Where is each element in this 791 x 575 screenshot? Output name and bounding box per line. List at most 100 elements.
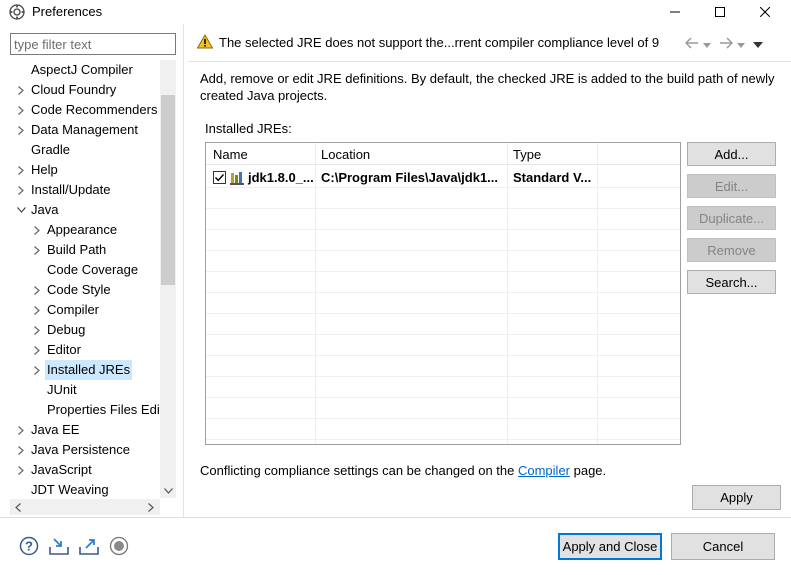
forward-arrow-icon[interactable] bbox=[719, 37, 734, 52]
tree-item[interactable]: Installed JREs bbox=[10, 360, 160, 380]
chevron-right-icon[interactable] bbox=[32, 360, 42, 380]
edit-button[interactable]: Edit... bbox=[687, 174, 776, 198]
tree-item[interactable]: Data Management bbox=[10, 120, 160, 140]
jre-location-cell[interactable]: C:\Program Files\Java\jdk1... bbox=[321, 170, 498, 185]
scroll-left-arrow-icon[interactable] bbox=[12, 501, 24, 513]
tree-item[interactable]: Editor bbox=[10, 340, 160, 360]
tree-item-label: JUnit bbox=[47, 382, 77, 397]
chevron-right-icon[interactable] bbox=[32, 280, 42, 300]
chevron-right-icon[interactable] bbox=[16, 120, 26, 140]
tree-item[interactable]: Code Coverage bbox=[10, 260, 160, 280]
tree-item[interactable]: Install/Update bbox=[10, 180, 160, 200]
chevron-right-icon[interactable] bbox=[16, 440, 26, 460]
panel-divider[interactable] bbox=[183, 24, 184, 518]
tree-scrollbar-thumb[interactable] bbox=[161, 95, 175, 285]
tree-item[interactable]: Java bbox=[10, 200, 160, 220]
tree-item[interactable]: JUnit bbox=[10, 380, 160, 400]
chevron-right-icon[interactable] bbox=[32, 240, 42, 260]
tree-item-label: Compiler bbox=[47, 302, 100, 317]
jre-name-cell[interactable]: jdk1.8.0_... bbox=[248, 170, 314, 185]
forward-dropdown-icon[interactable] bbox=[737, 37, 745, 52]
jre-type-cell[interactable]: Standard V... bbox=[513, 170, 591, 185]
tree-item-label: Cloud Foundry bbox=[31, 82, 117, 97]
tree-item[interactable]: JavaScript bbox=[10, 460, 160, 480]
jre-library-icon bbox=[230, 171, 246, 188]
add-button[interactable]: Add... bbox=[687, 142, 776, 166]
tree-item[interactable]: JDT Weaving bbox=[10, 480, 160, 500]
tree-item[interactable]: Cloud Foundry bbox=[10, 80, 160, 100]
chevron-down-icon[interactable] bbox=[16, 200, 26, 220]
view-menu-icon[interactable] bbox=[753, 37, 763, 52]
tree-item[interactable]: Debug bbox=[10, 320, 160, 340]
chevron-right-icon[interactable] bbox=[16, 460, 26, 480]
tree-item-label: Code Recommenders bbox=[31, 102, 158, 117]
header-separator bbox=[188, 61, 791, 62]
column-header-name[interactable]: Name bbox=[213, 147, 248, 162]
jre-checkbox[interactable] bbox=[213, 171, 226, 184]
record-icon[interactable] bbox=[108, 535, 130, 557]
close-button[interactable] bbox=[742, 0, 788, 24]
tree-item[interactable]: Gradle bbox=[10, 140, 160, 160]
chevron-right-icon[interactable] bbox=[32, 220, 42, 240]
tree-item-label: Data Management bbox=[31, 122, 138, 137]
search-button[interactable]: Search... bbox=[687, 270, 776, 294]
eclipse-preferences-icon bbox=[9, 4, 25, 20]
apply-button[interactable]: Apply bbox=[692, 485, 781, 510]
tree-item[interactable]: Build Path bbox=[10, 240, 160, 260]
remove-button[interactable]: Remove bbox=[687, 238, 776, 262]
column-header-location[interactable]: Location bbox=[321, 147, 370, 162]
chevron-right-icon[interactable] bbox=[16, 100, 26, 120]
minimize-button[interactable] bbox=[652, 0, 698, 24]
tree-item[interactable]: Properties Files Edit bbox=[10, 400, 163, 420]
tree-item[interactable]: Java EE bbox=[10, 420, 160, 440]
compiler-link[interactable]: Compiler bbox=[518, 463, 570, 478]
help-icon[interactable]: ? bbox=[18, 535, 40, 557]
conflict-message: Conflicting compliance settings can be c… bbox=[200, 463, 606, 478]
tree-item[interactable]: Appearance bbox=[10, 220, 160, 240]
tree-item-label: Properties Files Edit bbox=[47, 402, 164, 417]
back-dropdown-icon[interactable] bbox=[703, 37, 711, 52]
cancel-button[interactable]: Cancel bbox=[671, 533, 775, 560]
chevron-right-icon[interactable] bbox=[32, 300, 42, 320]
apply-and-close-button[interactable]: Apply and Close bbox=[558, 533, 662, 560]
tree-item[interactable]: Compiler bbox=[10, 300, 160, 320]
installed-jres-table[interactable]: Name Location Type jdk1.8.0_... C:\Progr… bbox=[205, 142, 681, 445]
scroll-down-arrow-icon[interactable] bbox=[161, 484, 175, 498]
close-icon bbox=[760, 7, 770, 17]
tree-item[interactable]: Help bbox=[10, 160, 160, 180]
tree-item[interactable]: Code Style bbox=[10, 280, 160, 300]
tree-item-label: Java EE bbox=[31, 422, 80, 437]
tree-item[interactable]: Java Persistence bbox=[10, 440, 160, 460]
chevron-right-icon[interactable] bbox=[16, 180, 26, 200]
maximize-button[interactable] bbox=[697, 0, 743, 24]
export-icon[interactable] bbox=[78, 535, 100, 557]
tree-item-label: Java bbox=[31, 202, 59, 217]
svg-text:?: ? bbox=[25, 539, 33, 554]
conflict-suffix: page. bbox=[570, 463, 607, 478]
tree-item-label: Debug bbox=[47, 322, 86, 337]
back-arrow-icon[interactable] bbox=[684, 37, 699, 52]
column-header-type[interactable]: Type bbox=[513, 147, 541, 162]
tree-item-label: Help bbox=[31, 162, 58, 177]
window-title: Preferences bbox=[32, 4, 103, 19]
duplicate-button[interactable]: Duplicate... bbox=[687, 206, 776, 230]
tree-item-label: Code Coverage bbox=[47, 262, 139, 277]
chevron-right-icon[interactable] bbox=[16, 80, 26, 100]
chevron-right-icon[interactable] bbox=[32, 320, 42, 340]
tree-item-label: AspectJ Compiler bbox=[31, 62, 133, 77]
warning-message: The selected JRE does not support the...… bbox=[219, 35, 660, 50]
installed-jres-label: Installed JREs: bbox=[205, 121, 292, 136]
tree-item[interactable]: AspectJ Compiler bbox=[10, 60, 160, 80]
scroll-right-arrow-icon[interactable] bbox=[145, 501, 157, 513]
chevron-right-icon[interactable] bbox=[32, 340, 42, 360]
warning-icon bbox=[196, 33, 214, 52]
filter-input[interactable] bbox=[10, 33, 176, 55]
import-icon[interactable] bbox=[48, 535, 70, 557]
chevron-right-icon[interactable] bbox=[16, 160, 26, 180]
chevron-right-icon[interactable] bbox=[16, 420, 26, 440]
tree-item-label: JavaScript bbox=[31, 462, 92, 477]
tree-item[interactable]: Code Recommenders bbox=[10, 100, 160, 120]
tree-horizontal-scrollbar[interactable] bbox=[10, 499, 160, 515]
tree-item-label: JDT Weaving bbox=[31, 482, 109, 497]
page-navigation bbox=[684, 37, 763, 52]
